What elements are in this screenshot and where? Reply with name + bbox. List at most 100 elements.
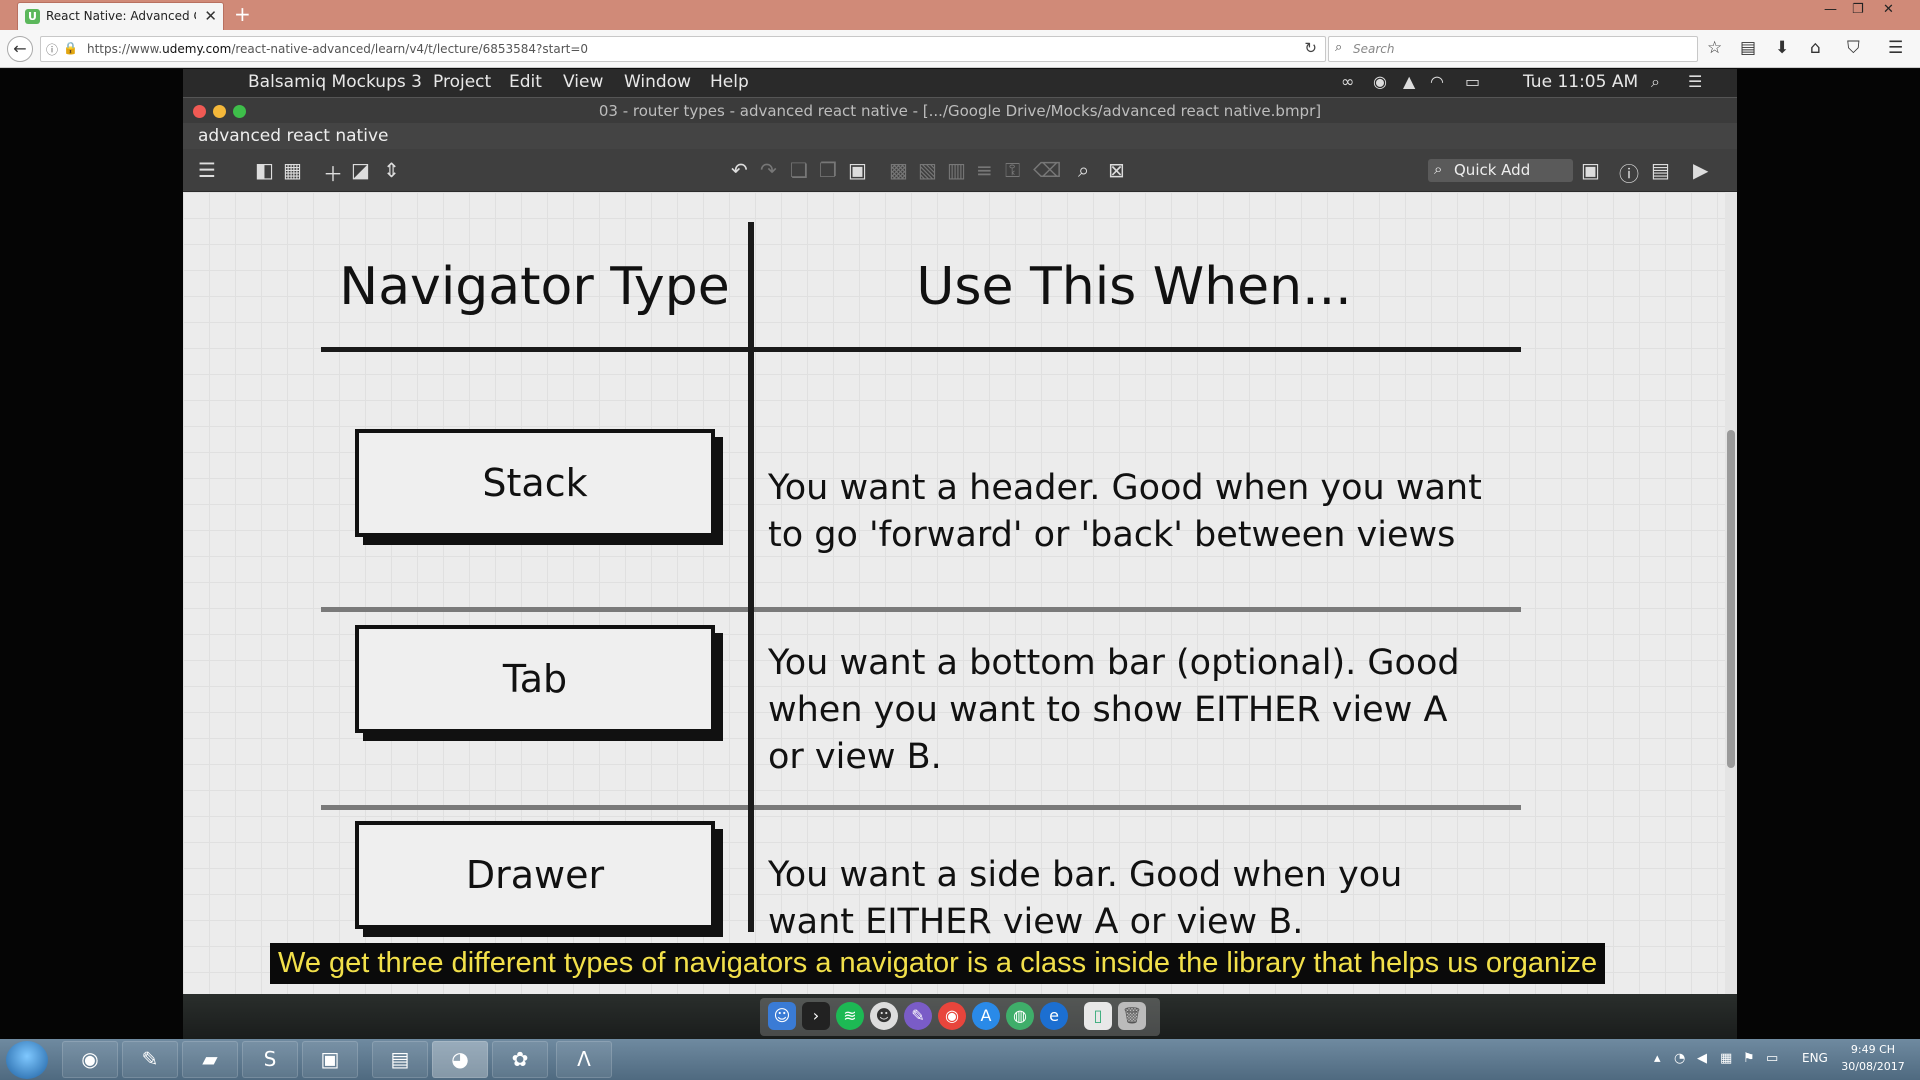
reload-icon[interactable]: ↻: [1304, 39, 1317, 57]
taskbar-clock-date[interactable]: 30/08/2017: [1838, 1060, 1908, 1073]
align-icon: ≡: [976, 158, 993, 182]
document-title: 03 - router types - advanced react nativ…: [598, 102, 1322, 120]
terminal-icon: ›: [802, 1002, 830, 1030]
desc-line: You want a side bar. Good when you: [768, 855, 1403, 895]
row-divider: [321, 607, 1521, 612]
minimize-window-icon[interactable]: —: [1824, 2, 1837, 17]
bookmark-star-icon[interactable]: ☆: [1707, 38, 1722, 58]
video-letterbox-left: [0, 69, 183, 1039]
firefox-taskbar-icon[interactable]: ◕: [432, 1041, 488, 1078]
restore-window-icon[interactable]: ❐: [1852, 2, 1864, 17]
chrome-icon: ◉: [938, 1002, 966, 1030]
windows-taskbar: ◉ ✎ ▰ S ▣ ▤ ◕ ✿ Λ ▴ ◔ ◀ ▦ ⚑ ▭ ENG 9:49 C…: [0, 1039, 1920, 1080]
input-language[interactable]: ENG: [1802, 1051, 1828, 1065]
volume-icon[interactable]: ◀: [1697, 1051, 1707, 1066]
drive-icon: ▲: [1403, 72, 1416, 91]
delete-icon: ⌫: [1033, 158, 1062, 182]
menu-project: Project: [433, 72, 492, 92]
pen-app-icon: ✎: [904, 1002, 932, 1030]
tab-button: Tab: [355, 625, 715, 733]
paint-taskbar-icon[interactable]: ✿: [492, 1041, 548, 1078]
pocket-icon[interactable]: ⛉: [1847, 38, 1860, 58]
finder-icon: ☺: [768, 1002, 796, 1030]
mockup-canvas: Navigator Type Use This When... Stack Yo…: [183, 192, 1737, 1062]
row-divider: [321, 805, 1521, 810]
vertical-scrollbar: [1725, 192, 1737, 1062]
network-icon[interactable]: ▭: [1766, 1051, 1778, 1066]
video-letterbox-right: [1737, 69, 1920, 1039]
battery-icon: ▭: [1465, 72, 1481, 91]
spotify-icon: ≋: [836, 1002, 864, 1030]
column-divider: [748, 222, 754, 932]
spotlight-search-icon: ⌕: [1651, 72, 1660, 91]
stack-button: Stack: [355, 429, 715, 537]
tab-description: You want a bottom bar (optional). Good w…: [768, 640, 1528, 781]
record-icon: ◉: [1373, 72, 1387, 91]
tray-skype-icon[interactable]: ◔: [1674, 1051, 1685, 1066]
reorder-icon: ⇕: [383, 158, 400, 182]
new-tab-plus-icon[interactable]: +: [234, 2, 251, 26]
redo-icon: ↷: [760, 158, 777, 182]
close-tab-icon[interactable]: ✕: [204, 7, 217, 25]
browser-tab-bar: U React Native: Advanced Con ✕ + — ❐ ✕: [0, 0, 1920, 30]
lock-element-icon: ⚿: [1005, 158, 1021, 182]
menu-edit: Edit: [509, 72, 542, 92]
menu-icon: ☰: [198, 158, 216, 182]
media-icon: ▣: [1581, 158, 1600, 182]
home-icon[interactable]: ⌂: [1810, 38, 1821, 58]
ungroup-icon: ▧: [918, 158, 937, 182]
desc-line: want EITHER view A or view B.: [768, 902, 1304, 942]
search-input[interactable]: ⌕ Search: [1328, 36, 1698, 62]
atom-taskbar-icon[interactable]: Λ: [556, 1041, 612, 1078]
windows-start-button[interactable]: [6, 1041, 48, 1079]
tab-title: React Native: Advanced Con: [46, 9, 196, 23]
desc-line: when you want to show EITHER view A: [768, 690, 1448, 730]
quick-add-label: Quick Add: [1454, 161, 1531, 179]
file-explorer-taskbar-icon[interactable]: ▤: [372, 1041, 428, 1078]
taskbar-clock-time[interactable]: 9:49 CH: [1838, 1043, 1908, 1056]
glasses-icon: ∞: [1341, 72, 1355, 91]
project-name: advanced react native: [198, 126, 389, 146]
clipboard-icon: ▣: [848, 158, 867, 182]
url-text[interactable]: https://www.udemy.com/react-native-advan…: [87, 42, 588, 56]
fit-icon: ⊠: [1108, 158, 1125, 182]
hamburger-menu-icon[interactable]: ☰: [1888, 38, 1903, 58]
close-window-icon[interactable]: ✕: [1883, 2, 1894, 17]
notification-list-icon: ☰: [1688, 72, 1703, 91]
zoom-icon: ⌕: [1078, 158, 1090, 182]
app-store-icon: A: [972, 1002, 1000, 1030]
app-title-bar: 03 - router types - advanced react nativ…: [183, 97, 1737, 123]
chrome-taskbar-icon[interactable]: ◉: [62, 1041, 118, 1078]
back-arrow-icon[interactable]: ←: [7, 36, 33, 62]
url-bar[interactable]: ⓘ 🔒 https://www.udemy.com/react-native-a…: [40, 36, 1326, 62]
drawer-button: Drawer: [355, 821, 715, 929]
browser-tab[interactable]: U React Native: Advanced Con ✕: [17, 2, 224, 30]
lock-icon[interactable]: 🔒: [63, 41, 78, 55]
desc-line: to go 'forward' or 'back' between views: [768, 515, 1456, 555]
folder-sync-taskbar-icon[interactable]: ▰: [182, 1041, 238, 1078]
info-icon[interactable]: ⓘ: [46, 41, 58, 58]
notepad-taskbar-icon[interactable]: ✎: [122, 1041, 178, 1078]
add-icon: ＋: [323, 162, 343, 186]
group-icon: ▩: [889, 158, 908, 182]
balsamiq-toolbar: ☰ ◧ ▦ ＋ ◪ ⇕ ↶ ↷ ❏ ❐ ▣ ▩ ▧ ▥ ≡ ⚿ ⌫ ⌕ ⊠ ⌕ …: [183, 149, 1737, 192]
action-center-icon[interactable]: ⚑: [1743, 1051, 1755, 1066]
lecture-video[interactable]: Balsamiq Mockups 3 Project Edit View Win…: [0, 69, 1920, 1062]
desc-line: You want a header. Good when you want: [768, 468, 1482, 508]
download-icon[interactable]: ⬇: [1775, 38, 1789, 58]
undo-icon: ↶: [731, 158, 748, 182]
tray-expand-icon[interactable]: ▴: [1654, 1051, 1661, 1066]
tray-app-icon[interactable]: ▦: [1720, 1051, 1732, 1066]
emoji-app-icon: ☻: [870, 1002, 898, 1030]
video-subtitle: We get three different types of navigato…: [270, 943, 1606, 984]
panel-toggle-icon: ◧: [255, 158, 274, 182]
reading-list-icon[interactable]: ▤: [1740, 38, 1756, 58]
wifi-icon: ◠: [1430, 72, 1444, 91]
skype-taskbar-icon[interactable]: S: [242, 1041, 298, 1078]
search-icon: ⌕: [1335, 40, 1343, 55]
app-taskbar-icon[interactable]: ▣: [302, 1041, 358, 1078]
stack-description: You want a header. Good when you want to…: [768, 465, 1528, 559]
search-placeholder: Search: [1353, 42, 1395, 56]
vertical-scroll-thumb: [1727, 430, 1735, 768]
browser-app-icon: e: [1040, 1002, 1068, 1030]
